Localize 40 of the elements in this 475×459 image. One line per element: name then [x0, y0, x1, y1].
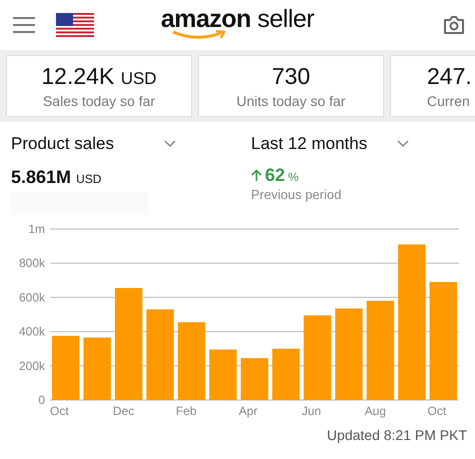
bar	[240, 358, 268, 400]
x-axis-label: Feb	[176, 404, 197, 418]
metric-card[interactable]: 247. Curren	[390, 55, 475, 117]
metric-dropdown[interactable]: Product sales	[11, 134, 176, 154]
period-dropdown[interactable]: Last 12 months	[251, 134, 409, 154]
x-axis-label: Apr	[238, 404, 258, 418]
x-axis-label: Aug	[364, 404, 386, 418]
y-axis-label: 1m	[28, 222, 45, 236]
logo: amazon seller	[160, 4, 314, 40]
bar	[209, 350, 237, 400]
y-axis-label: 400k	[18, 324, 45, 339]
metric-value: 730	[272, 63, 310, 90]
chevron-icon	[397, 140, 409, 148]
metric-value: 247.	[427, 63, 472, 90]
bar	[52, 336, 80, 400]
metric-card[interactable]: 730 Units today so far	[198, 55, 384, 117]
flag-icon[interactable]	[56, 13, 94, 37]
x-axis-label: Jun	[302, 404, 322, 418]
menu-icon[interactable]	[12, 16, 36, 34]
y-axis-label: 600k	[18, 290, 45, 304]
metric-card[interactable]: 12.24K USD Sales today so far	[6, 55, 192, 117]
bar	[272, 348, 300, 400]
x-axis-label: Oct	[428, 404, 446, 418]
camera-icon[interactable]	[443, 15, 465, 35]
chevron-icon	[164, 140, 176, 148]
total-sales: 5.861M USD	[11, 167, 102, 188]
y-axis-label: 200k	[18, 358, 45, 373]
metric-label: Sales today so far	[42, 93, 156, 109]
change-percent: 62 %	[265, 165, 299, 186]
up-arrow-icon	[251, 169, 262, 182]
metric-value: 12.24K USD	[41, 63, 157, 90]
x-axis-label: Oct	[50, 404, 69, 418]
metric-label: Units today so far	[236, 93, 346, 109]
y-axis-label: 0	[38, 393, 45, 407]
metric-label: Curren	[427, 93, 470, 109]
updated-time: Updated 8:21 PM PKT	[326, 427, 467, 443]
x-axis-label: Dec	[112, 404, 134, 418]
y-axis-label: 800k	[18, 256, 45, 270]
bar	[83, 338, 111, 400]
comparison-label: Previous period	[251, 187, 342, 202]
